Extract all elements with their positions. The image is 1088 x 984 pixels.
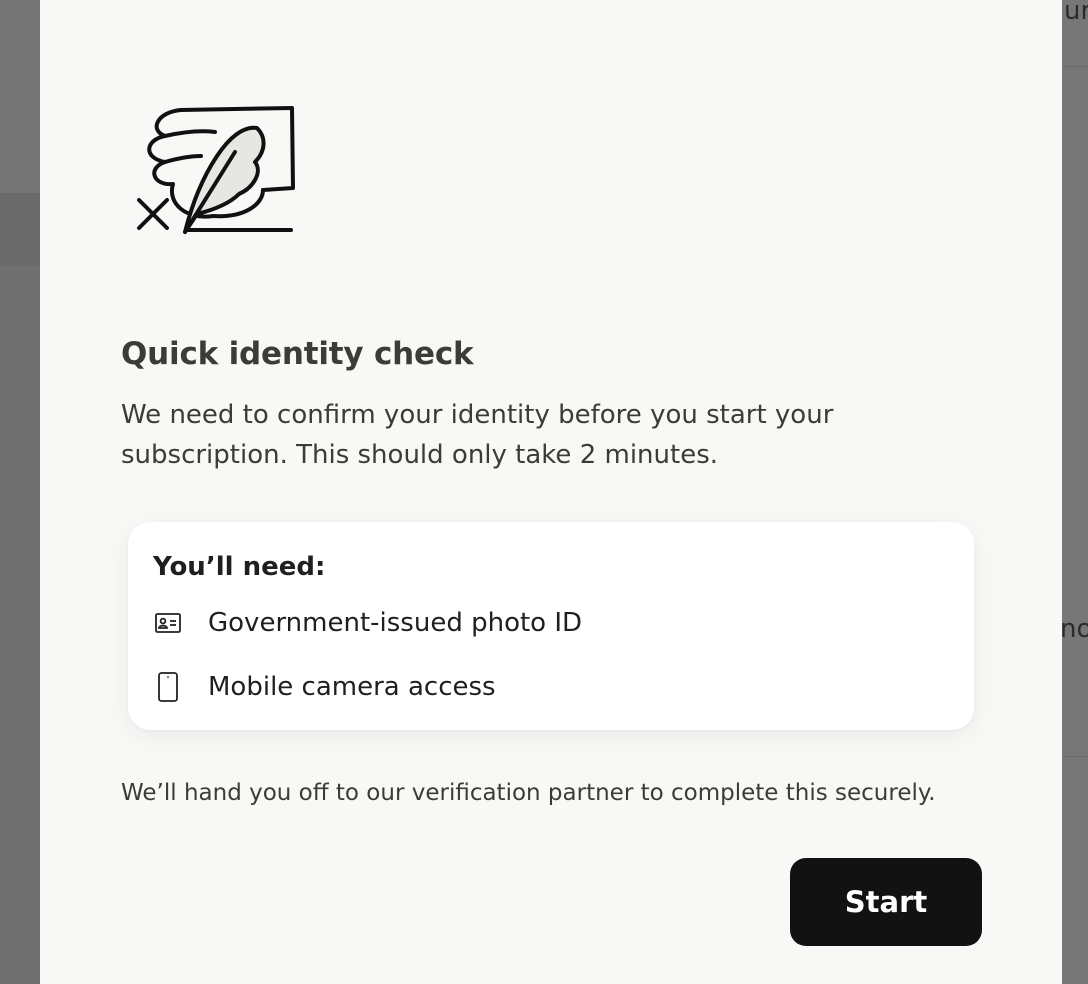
list-item: Mobile camera access [153,670,496,704]
background-partial-text: no [1060,614,1088,644]
dialog-title: Quick identity check [121,336,474,372]
start-button[interactable]: Start [790,858,982,946]
requirement-label: Mobile camera access [208,672,496,702]
id-card-icon [153,608,183,638]
requirement-label: Government-issued photo ID [208,608,583,638]
mobile-phone-icon [153,672,183,702]
requirements-card: You’ll need: Government-issued photo ID [128,522,974,730]
dialog-description: We need to confirm your identity before … [121,400,834,470]
background-partial-text: ur s [1064,0,1088,26]
identity-check-dialog: Quick identity check We need to confirm … [40,0,1062,984]
partner-footnote: We’ll hand you off to our verification p… [121,780,936,806]
background-right-panel [1062,0,1088,984]
signature-document-icon [135,100,305,270]
background-divider [1062,756,1088,757]
list-item: Government-issued photo ID [153,606,582,640]
requirements-heading: You’ll need: [153,552,326,582]
background-divider [1062,66,1088,67]
